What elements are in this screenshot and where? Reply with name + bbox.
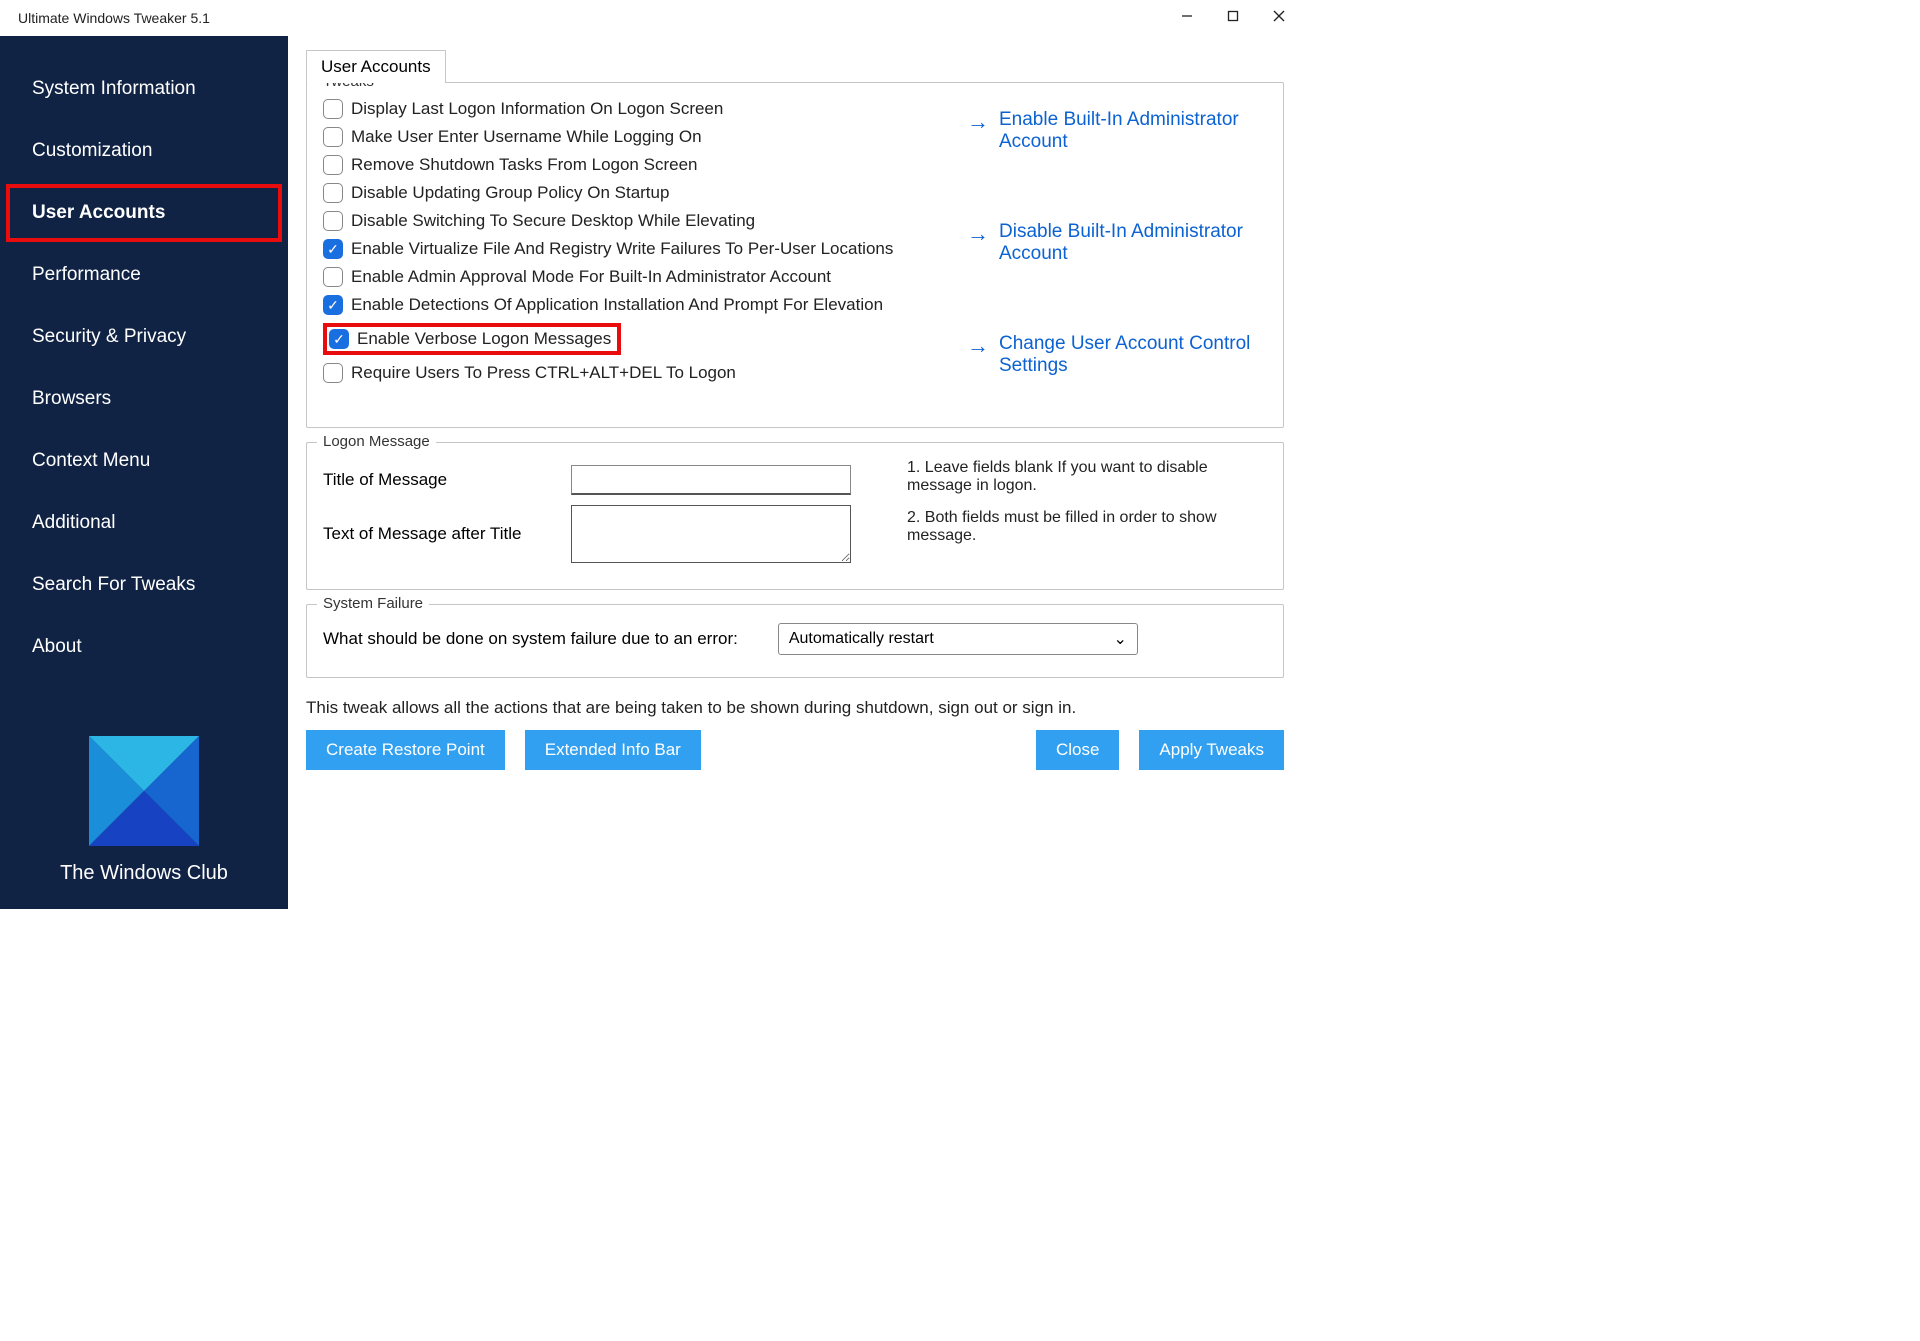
maximize-button[interactable] xyxy=(1210,0,1256,32)
tweaks-group: Tweaks Display Last Logon Information On… xyxy=(306,82,1284,428)
sidebar-item-about[interactable]: About xyxy=(6,618,282,676)
sidebar: System Information Customization User Ac… xyxy=(0,36,288,909)
system-failure-select[interactable]: Automatically restart ⌄ xyxy=(778,623,1138,655)
tab-row: User Accounts xyxy=(306,50,1284,83)
tweak-verbose-logon[interactable]: ✓Enable Verbose Logon Messages xyxy=(323,319,943,359)
apply-tweaks-button[interactable]: Apply Tweaks xyxy=(1139,730,1284,770)
link-enable-builtin-admin[interactable]: →Enable Built-In Administrator Account xyxy=(967,109,1267,153)
titlebar: Ultimate Windows Tweaker 5.1 xyxy=(0,0,1302,36)
tweak-enter-username[interactable]: Make User Enter Username While Logging O… xyxy=(323,123,943,151)
logon-help-2: 2. Both fields must be filled in order t… xyxy=(907,509,1267,545)
status-text: This tweak allows all the actions that a… xyxy=(306,698,1284,718)
system-failure-legend: System Failure xyxy=(317,595,429,612)
text-of-message-input[interactable] xyxy=(571,505,851,563)
tweak-display-last-logon[interactable]: Display Last Logon Information On Logon … xyxy=(323,95,943,123)
footer-text: The Windows Club xyxy=(0,862,288,885)
tweak-detect-app-install[interactable]: ✓Enable Detections Of Application Instal… xyxy=(323,291,943,319)
tweaks-checkbox-list: Display Last Logon Information On Logon … xyxy=(323,95,943,387)
logon-help-1: 1. Leave fields blank If you want to dis… xyxy=(907,459,1267,495)
logon-message-group: Logon Message Title of Message Text of M… xyxy=(306,442,1284,590)
tweak-remove-shutdown-tasks[interactable]: Remove Shutdown Tasks From Logon Screen xyxy=(323,151,943,179)
link-disable-builtin-admin[interactable]: →Disable Built-In Administrator Account xyxy=(967,221,1267,265)
app-title: Ultimate Windows Tweaker 5.1 xyxy=(18,10,210,26)
arrow-right-icon: → xyxy=(967,223,989,245)
tweak-disable-secure-desktop[interactable]: Disable Switching To Secure Desktop Whil… xyxy=(323,207,943,235)
tweak-admin-approval-mode[interactable]: Enable Admin Approval Mode For Built-In … xyxy=(323,263,943,291)
tweak-disable-group-policy[interactable]: Disable Updating Group Policy On Startup xyxy=(323,179,943,207)
sidebar-item-system-information[interactable]: System Information xyxy=(6,60,282,118)
logo-icon xyxy=(89,736,199,846)
sidebar-item-user-accounts[interactable]: User Accounts xyxy=(6,184,282,242)
title-of-message-label: Title of Message xyxy=(323,470,543,490)
sidebar-footer: The Windows Club xyxy=(0,718,288,909)
sidebar-item-browsers[interactable]: Browsers xyxy=(6,370,282,428)
system-failure-group: System Failure What should be done on sy… xyxy=(306,604,1284,678)
arrow-right-icon: → xyxy=(967,111,989,133)
sidebar-item-search-for-tweaks[interactable]: Search For Tweaks xyxy=(6,556,282,614)
system-failure-label: What should be done on system failure du… xyxy=(323,629,738,649)
bottom-button-bar: Create Restore Point Extended Info Bar C… xyxy=(306,730,1284,770)
tab-user-accounts[interactable]: User Accounts xyxy=(306,50,446,83)
close-window-button[interactable] xyxy=(1256,0,1302,32)
minimize-button[interactable] xyxy=(1164,0,1210,32)
tweak-ctrl-alt-del[interactable]: Require Users To Press CTRL+ALT+DEL To L… xyxy=(323,359,943,387)
close-button[interactable]: Close xyxy=(1036,730,1119,770)
create-restore-point-button[interactable]: Create Restore Point xyxy=(306,730,505,770)
sidebar-item-context-menu[interactable]: Context Menu xyxy=(6,432,282,490)
logon-message-legend: Logon Message xyxy=(317,433,436,450)
tweak-virtualize-file-registry[interactable]: ✓Enable Virtualize File And Registry Wri… xyxy=(323,235,943,263)
content-pane: User Accounts Tweaks Display Last Logon … xyxy=(288,36,1302,909)
sidebar-item-customization[interactable]: Customization xyxy=(6,122,282,180)
chevron-down-icon: ⌄ xyxy=(1113,629,1126,649)
arrow-right-icon: → xyxy=(967,335,989,357)
extended-info-bar-button[interactable]: Extended Info Bar xyxy=(525,730,701,770)
window-controls xyxy=(1164,0,1302,32)
title-of-message-input[interactable] xyxy=(571,465,851,495)
sidebar-item-performance[interactable]: Performance xyxy=(6,246,282,304)
text-of-message-label: Text of Message after Title xyxy=(323,524,543,544)
link-change-uac[interactable]: →Change User Account Control Settings xyxy=(967,333,1267,377)
sidebar-item-security-privacy[interactable]: Security & Privacy xyxy=(6,308,282,366)
sidebar-item-additional[interactable]: Additional xyxy=(6,494,282,552)
